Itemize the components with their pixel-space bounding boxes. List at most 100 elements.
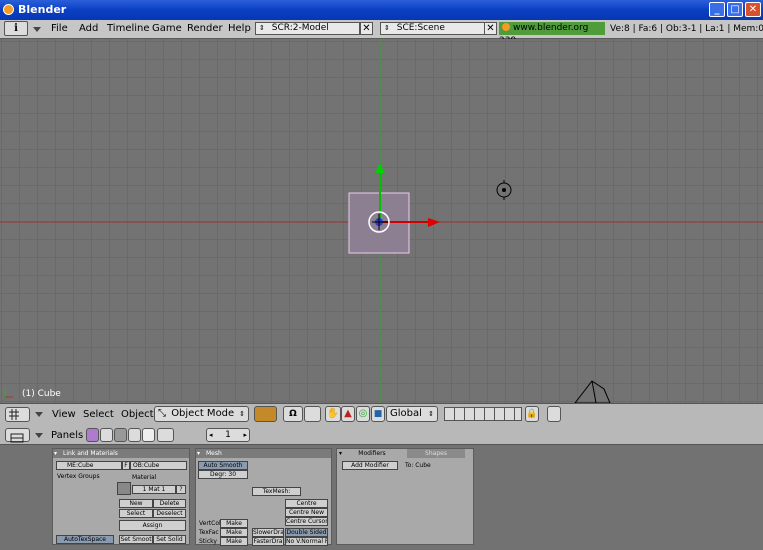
menu-render[interactable]: Render [187,23,223,34]
scale-manipulator-icon[interactable]: ■ [371,406,385,422]
object-name-field[interactable]: OB:Cube [130,461,187,470]
material-deselect-button[interactable]: Deselect [153,509,186,518]
arrow-left-icon: ◂ [209,431,213,439]
centre-button[interactable]: Centre [285,499,328,508]
logic-context-icon[interactable] [86,428,99,442]
info-header: i File Add Timeline Game Render Help ⇕ S… [0,20,763,46]
lock-icon[interactable]: 🔒 [525,406,539,422]
sticky-label: Sticky [199,538,217,545]
panel-title: Link and Materials [63,450,118,457]
scene-context-icon[interactable] [157,428,174,442]
orientation-selector[interactable]: Global ⇕ [386,406,438,422]
render-view-icon[interactable] [547,406,561,422]
menu-help[interactable]: Help [228,23,251,34]
fake-user-toggle[interactable]: F [122,461,130,470]
tab-modifiers-label: Modifiers [358,450,386,457]
menu-timeline[interactable]: Timeline [107,23,150,34]
texmesh-field[interactable]: TexMesh: [252,487,301,496]
layer-toggle-icon[interactable] [304,406,321,422]
collapse-triangle-icon[interactable]: ▾ [54,450,57,457]
mesh-datablock-field[interactable]: ME:Cube [56,461,122,470]
gizmo-y-arrowhead[interactable] [375,163,385,173]
panels-menu[interactable]: Panels [51,430,83,441]
centre-cursor-button[interactable]: Centre Cursor [285,517,328,526]
delete-screen-x-icon[interactable]: ✕ [360,22,373,35]
modifiers-panel: ▾ Modifiers Shapes Add Modifier To: Cube [336,448,474,545]
set-solid-button[interactable]: Set Solid [153,535,186,544]
panel-title: Mesh [206,450,222,457]
window-title: Blender [18,3,67,16]
material-label: Material [132,474,157,481]
editing-context-icon[interactable] [142,428,155,442]
menu-game[interactable]: Game [152,23,182,34]
screen-selector[interactable]: ⇕ SCR:2-Model [255,22,360,35]
window-title-bar: Blender _ □ ✕ [0,0,763,20]
menu-view[interactable]: View [52,409,76,420]
minimize-button[interactable]: _ [709,2,725,17]
collapse-menu-triangle-icon[interactable] [33,27,41,32]
centre-new-button[interactable]: Centre New [285,508,328,517]
faster-draw-button[interactable]: FasterDra [252,537,284,546]
shading-context-icon[interactable] [114,428,127,442]
object-context-icon[interactable] [128,428,141,442]
collapse-menu-triangle-icon[interactable] [35,433,43,438]
material-index-field[interactable]: 1 Mat 1 [132,485,176,494]
scene-selector[interactable]: ⇕ SCE:Scene [380,22,485,35]
tab-modifiers[interactable]: ▾ Modifiers [337,449,407,458]
draw-type-icon[interactable] [254,406,277,422]
vertcol-make-button[interactable]: Make [220,519,248,528]
3d-viewport[interactable]: (1) Cube [0,39,763,403]
editor-type-buttons-icon[interactable] [5,428,30,443]
material-new-button[interactable]: New [119,499,153,508]
menu-file[interactable]: File [51,23,68,34]
sticky-make-button[interactable]: Make [220,537,248,546]
link-and-materials-panel: Link and Materials ▾ ME:Cube F OB:Cube V… [52,448,190,545]
layer-buttons[interactable] [444,407,522,421]
set-smooth-button[interactable]: Set Smoot [119,535,153,544]
material-color-swatch[interactable] [117,482,131,495]
orientation-label: Global [390,408,422,419]
frame-number: 1 [225,430,231,440]
material-delete-button[interactable]: Delete [153,499,186,508]
delete-scene-x-icon[interactable]: ✕ [484,22,497,35]
close-button[interactable]: ✕ [745,2,761,17]
editor-type-3d-view-grid-icon[interactable] [5,407,30,422]
texface-make-button[interactable]: Make [220,528,248,537]
pivot-point-icon[interactable]: Ω [283,406,303,422]
rotate-manipulator-icon[interactable]: ◎ [356,406,370,422]
panel-header[interactable]: Link and Materials [53,449,189,458]
hand-manipulator-icon[interactable]: ✋ [325,406,341,422]
collapse-menu-triangle-icon[interactable] [35,412,43,417]
mode-selector[interactable]: ⤡ Object Mode ⇕ [154,406,249,422]
collapse-triangle-icon[interactable]: ▾ [197,450,200,457]
collapse-triangle-icon[interactable]: ▾ [339,449,342,458]
material-select-button[interactable]: Select [119,509,153,518]
panel-header[interactable]: Mesh [196,449,331,458]
translate-manipulator-icon[interactable]: ▲ [341,406,355,422]
menu-select[interactable]: Select [83,409,114,420]
degree-field[interactable]: Degr: 30 [198,470,248,479]
material-browse-icon[interactable]: ? [176,485,186,494]
vertcol-label: VertCol [199,520,221,527]
viewport-scene [0,39,763,403]
frame-field[interactable]: ◂ 1 ▸ [206,428,250,442]
autotexspace-toggle[interactable]: AutoTexSpace [56,535,114,544]
menu-object[interactable]: Object [121,409,154,420]
maximize-button[interactable]: □ [727,2,743,17]
tab-shapes[interactable]: Shapes [407,449,465,458]
modifier-target-label: To: Cube [405,462,431,469]
menu-add[interactable]: Add [79,23,98,34]
add-modifier-button[interactable]: Add Modifier [342,461,398,470]
scene-name: SCE:Scene [396,23,445,33]
gizmo-x-arrowhead[interactable] [428,218,440,227]
3d-view-header: View Select Object ⤡ Object Mode ⇕ Ω ✋ ▲… [0,403,763,427]
slower-draw-button[interactable]: SlowerDra [252,528,284,537]
auto-smooth-toggle[interactable]: Auto Smooth [198,461,248,470]
material-assign-button[interactable]: Assign [119,520,186,531]
double-sided-toggle[interactable]: Double Sided [285,528,328,537]
script-context-icon[interactable] [100,428,113,442]
no-vnormal-flip-toggle[interactable]: No V.Normal Fl [285,537,328,546]
editor-type-info-icon[interactable]: i [4,21,28,36]
up-down-arrows-icon: ⇕ [428,410,434,418]
object-mode-icon: ⤡ [158,408,166,419]
